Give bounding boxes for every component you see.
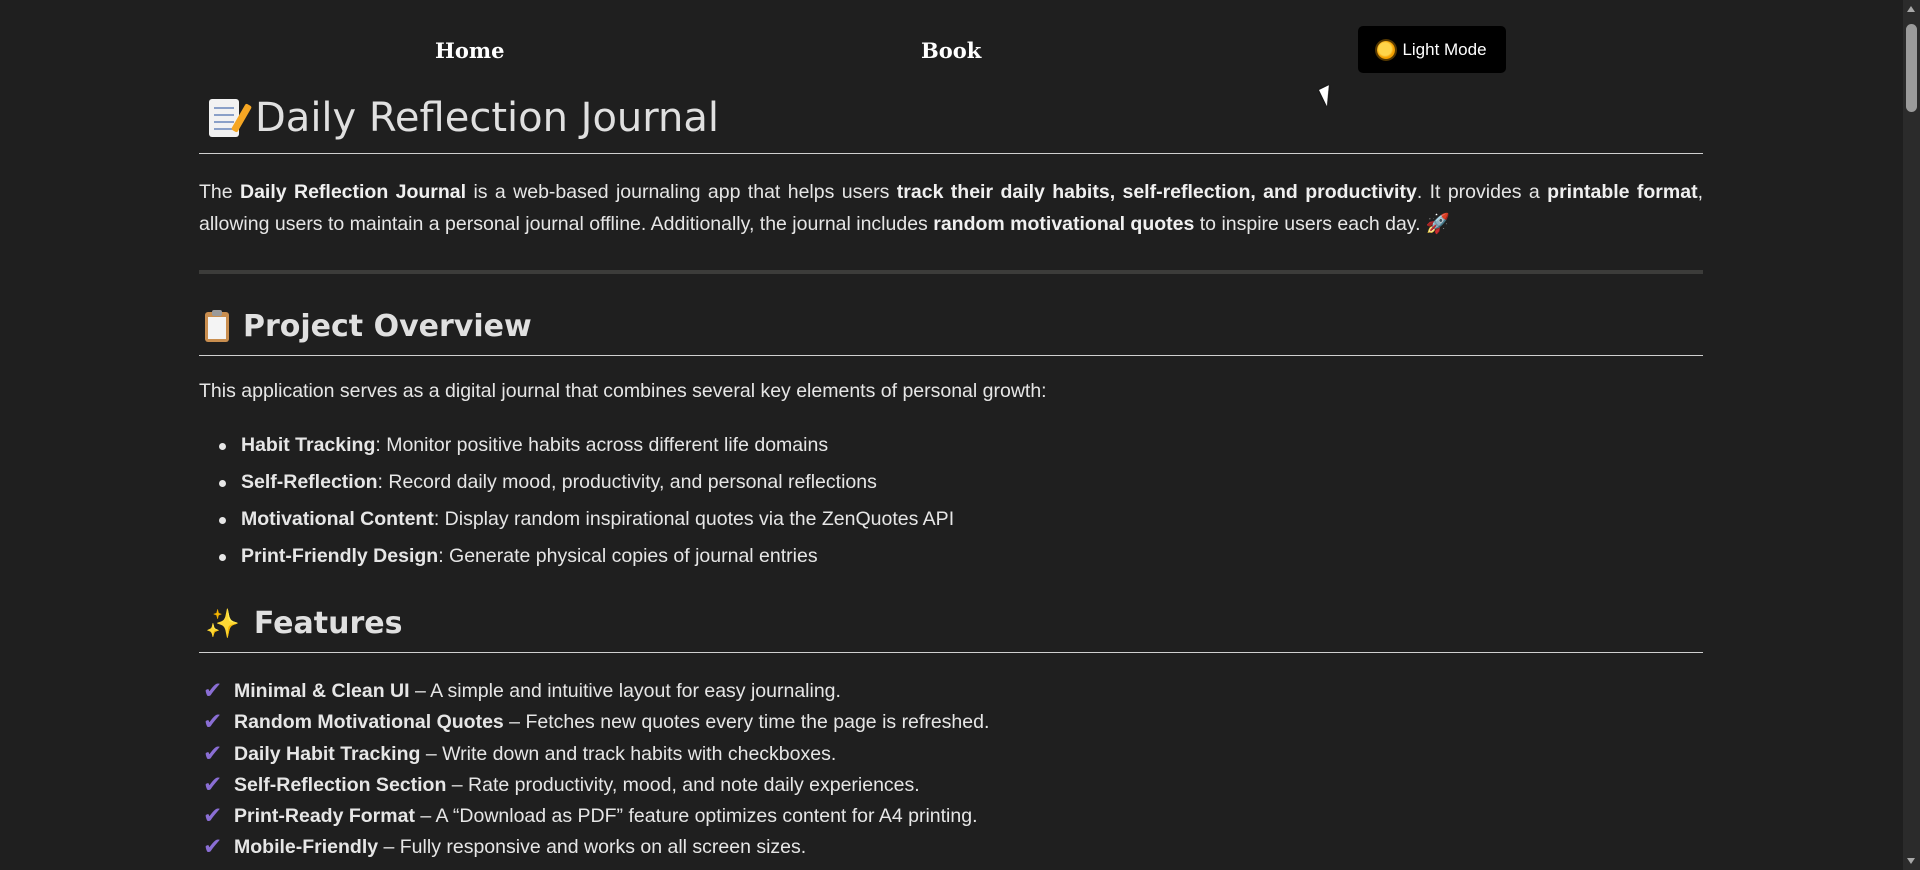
- check-icon: ✔: [203, 802, 223, 829]
- list-item-text: : Record daily mood, productivity, and p…: [377, 471, 877, 493]
- light-mode-button[interactable]: Light Mode: [1358, 26, 1506, 73]
- nav-home-link[interactable]: Home: [435, 38, 504, 63]
- feature-item: ✔ Self-Reflection Section – Rate producti…: [199, 770, 989, 801]
- intro-text-3: . It provides a: [1416, 181, 1548, 203]
- feature-item: ✔ Daily Habit Tracking – Write down and t…: [199, 739, 989, 770]
- feature-label: Minimal & Clean UI: [234, 680, 410, 702]
- sparkles-icon: ✨: [205, 606, 240, 640]
- nav-book-link[interactable]: Book: [921, 38, 981, 63]
- feature-text: – Rate productivity, mood, and note dail…: [446, 773, 920, 796]
- section-divider: [199, 270, 1703, 274]
- overview-heading-container: Project Overview: [199, 309, 1703, 356]
- feature-item: ✔ Mobile-Friendly – Fully responsive and …: [199, 832, 989, 863]
- feature-label: Print-Ready Format: [234, 805, 415, 828]
- overview-heading-text: Project Overview: [243, 309, 532, 344]
- overview-list: Habit Tracking: Monitor positive habits …: [199, 430, 954, 578]
- clipboard-icon: [205, 309, 229, 342]
- features-heading-text: Features: [253, 606, 403, 641]
- features-heading-container: ✨ Features: [199, 606, 1703, 653]
- intro-bold-2: track their daily habits, self-reflectio…: [896, 181, 1417, 203]
- list-item: Print-Friendly Design: Generate physical…: [199, 541, 954, 578]
- feature-text: – A simple and intuitive layout for easy…: [409, 680, 841, 702]
- feature-text: – Fetches new quotes every time the page…: [503, 711, 990, 734]
- list-item: Habit Tracking: Monitor positive habits …: [199, 430, 954, 467]
- list-item: Self-Reflection: Record daily mood, prod…: [199, 467, 954, 504]
- check-icon: ✔: [203, 833, 223, 860]
- check-icon: ✔: [203, 677, 223, 703]
- features-heading: ✨ Features: [205, 606, 402, 641]
- check-icon: ✔: [203, 770, 223, 797]
- list-item-label: Self-Reflection: [241, 471, 378, 493]
- page: Home Book Light Mode Daily Reflection Jo…: [0, 0, 1920, 870]
- scroll-up-arrow-icon[interactable]: [1907, 6, 1915, 12]
- page-title-container: Daily Reflection Journal: [199, 87, 1703, 154]
- bullet-dot: [219, 443, 226, 450]
- intro-text-2: is a web-based journaling app that helps…: [466, 181, 897, 203]
- intro-paragraph: The Daily Reflection Journal is a web-ba…: [199, 176, 1703, 240]
- feature-text: – Write down and track habits with check…: [420, 742, 837, 765]
- feature-item: ✔ Print-Ready Format – A “Download as PDF…: [199, 801, 989, 832]
- list-item-label: Habit Tracking: [241, 434, 376, 456]
- bullet-dot: [219, 480, 226, 487]
- check-icon: ✔: [203, 708, 223, 735]
- feature-label: Mobile-Friendly: [234, 836, 379, 859]
- list-item-text: : Display random inspirational quotes vi…: [433, 508, 955, 530]
- overview-heading: Project Overview: [205, 309, 532, 344]
- list-item-label: Motivational Content: [241, 508, 434, 530]
- intro-text-1: The: [199, 181, 240, 203]
- features-list: ✔ Minimal & Clean UI – A simple and intui…: [199, 676, 989, 864]
- overview-intro: This application serves as a digital jou…: [199, 380, 1047, 402]
- feature-label: Self-Reflection Section: [234, 773, 447, 796]
- feature-label: Random Motivational Quotes: [234, 711, 504, 734]
- feature-item: ✔ Random Motivational Quotes – Fetches ne…: [199, 707, 989, 738]
- scroll-down-arrow-icon[interactable]: [1907, 858, 1915, 864]
- page-title-text: Daily Reflection Journal: [255, 95, 720, 141]
- feature-text: – A “Download as PDF” feature optimizes …: [414, 805, 978, 828]
- list-item-text: : Generate physical copies of journal en…: [438, 545, 818, 567]
- scrollbar-thumb[interactable]: [1906, 24, 1917, 112]
- intro-text-5: to inspire users each day. 🚀: [1194, 213, 1451, 235]
- page-title: Daily Reflection Journal: [209, 95, 719, 141]
- sun-icon: [1377, 40, 1396, 59]
- list-item-text: : Monitor positive habits across differe…: [375, 434, 829, 456]
- feature-item: ✔ Minimal & Clean UI – A simple and intui…: [199, 676, 989, 707]
- vertical-scrollbar[interactable]: [1903, 0, 1920, 870]
- feature-label: Daily Habit Tracking: [234, 742, 421, 765]
- feature-text: – Fully responsive and works on all scre…: [378, 836, 807, 859]
- bullet-dot: [219, 554, 226, 561]
- memo-icon: [209, 99, 239, 137]
- list-item: Motivational Content: Display random ins…: [199, 504, 954, 541]
- light-mode-label: Light Mode: [1402, 39, 1487, 59]
- intro-bold-1: Daily Reflection Journal: [240, 181, 467, 203]
- intro-bold-4: random motivational quotes: [933, 213, 1195, 235]
- list-item-label: Print-Friendly Design: [241, 545, 439, 567]
- bullet-dot: [219, 517, 226, 524]
- intro-bold-3: printable format: [1547, 181, 1698, 203]
- check-icon: ✔: [203, 739, 223, 766]
- top-nav: Home Book Light Mode: [199, 25, 1703, 73]
